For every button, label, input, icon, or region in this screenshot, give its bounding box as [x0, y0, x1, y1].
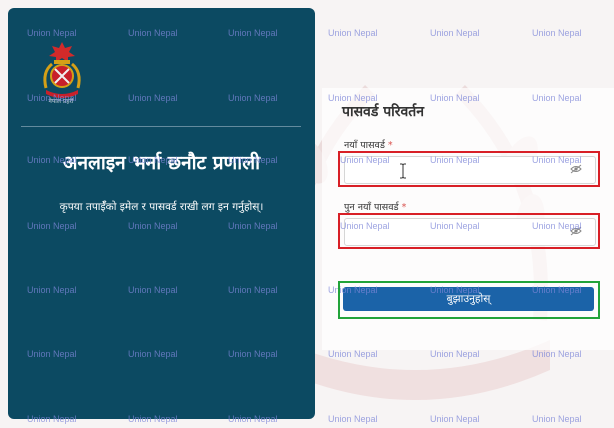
watermark: Union Nepal: [430, 414, 480, 424]
confirm-password-label: पुन नयाँ पासवर्ड *: [344, 200, 406, 213]
new-password-label: नयाँ पासवर्ड *: [344, 138, 393, 151]
app-subtitle: कृपया तपाईँको इमेल र पासवर्ड राखी लग इन …: [59, 201, 264, 213]
required-marker: *: [401, 202, 407, 213]
text-cursor-icon: [400, 163, 406, 179]
watermark: Union Nepal: [328, 414, 378, 424]
watermark: Union Nepal: [430, 28, 480, 38]
divider: [21, 126, 301, 127]
confirm-password-label-text: पुन नयाँ पासवर्ड: [344, 202, 399, 213]
watermark: Union Nepal: [532, 28, 582, 38]
watermark: Union Nepal: [328, 28, 378, 38]
watermark: Union Nepal: [430, 349, 480, 359]
police-emblem-icon: [43, 42, 81, 98]
confirm-password-input[interactable]: [344, 218, 596, 246]
app-title: अनलाइन भर्ना छनौट प्रणाली: [62, 152, 261, 174]
logo-caption: नेपाल प्रहरी: [48, 98, 74, 105]
eye-slash-icon[interactable]: [570, 226, 582, 236]
watermark: Union Nepal: [532, 349, 582, 359]
eye-slash-icon[interactable]: [570, 164, 582, 174]
required-marker: *: [387, 140, 393, 151]
submit-button[interactable]: बुझाउनुहोस्: [343, 287, 594, 311]
form-heading: पासवर्ड परिवर्तन: [342, 104, 425, 120]
watermark: Union Nepal: [328, 349, 378, 359]
new-password-label-text: नयाँ पासवर्ड: [344, 140, 385, 151]
watermark: Union Nepal: [532, 414, 582, 424]
new-password-input[interactable]: [344, 156, 596, 184]
brand-panel: नेपाल प्रहरी अनलाइन भर्ना छनौट प्रणाली क…: [8, 8, 315, 419]
